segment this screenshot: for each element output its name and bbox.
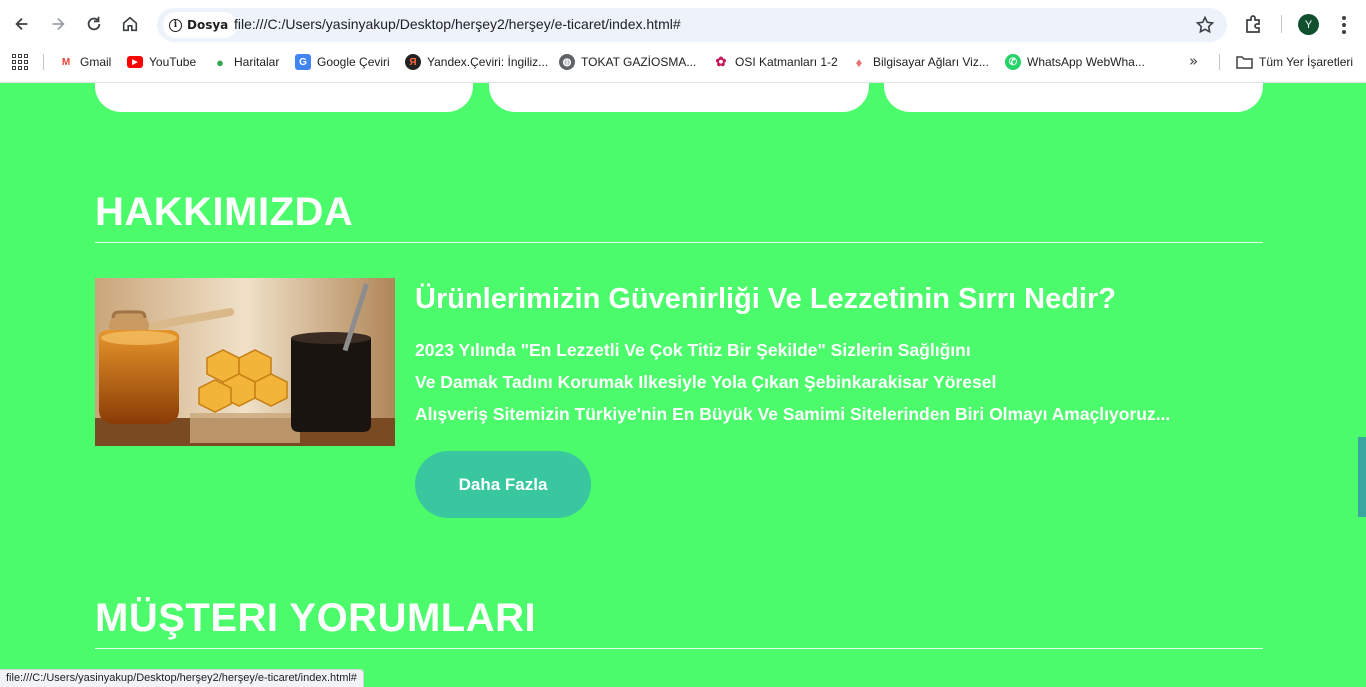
about-text-line: Ve Damak Tadını Korumak Ilkesiyle Yola Ç… bbox=[415, 372, 997, 392]
translate-icon: G bbox=[295, 54, 311, 70]
menu-dot bbox=[1342, 15, 1346, 20]
bookmark-label: Yandex.Çeviri: İngiliz... bbox=[427, 55, 549, 69]
toolbar-divider bbox=[1281, 15, 1282, 33]
site-chip-label: Dosya bbox=[187, 18, 229, 32]
section-divider bbox=[95, 648, 1263, 649]
about-text-line: Alışveriş Sitemizin Türkiye'nin En Büyük… bbox=[415, 404, 1171, 424]
bookmark-yandex[interactable]: Я Yandex.Çeviri: İngiliz... bbox=[405, 53, 548, 71]
section-divider bbox=[95, 242, 1263, 243]
bookmark-label: WhatsApp WebWha... bbox=[1027, 55, 1145, 69]
maps-icon: ● bbox=[212, 54, 228, 70]
about-heading: Ürünlerimizin Güvenirliği Ve Lezzetinin … bbox=[415, 283, 1116, 315]
bookmark-gmail[interactable]: M Gmail bbox=[58, 53, 111, 71]
bookmark-label: OSI Katmanları 1-2 bbox=[735, 55, 838, 69]
whatsapp-icon: ✆ bbox=[1005, 54, 1021, 70]
bookmarks-divider bbox=[1219, 54, 1220, 70]
bookmark-tokat[interactable]: ◍ TOKAT GAZİOSMA... bbox=[559, 53, 696, 71]
menu-dot bbox=[1342, 22, 1346, 27]
osi-icon: ✿ bbox=[713, 54, 729, 70]
back-button[interactable] bbox=[8, 10, 36, 38]
bookmark-whatsapp[interactable]: ✆ WhatsApp WebWha... bbox=[1005, 53, 1145, 71]
bookmark-networks[interactable]: ♦ Bilgisayar Ağları Viz... bbox=[851, 53, 989, 71]
globe-icon: ◍ bbox=[559, 54, 575, 70]
read-more-button[interactable]: Daha Fazla bbox=[415, 451, 591, 518]
folder-icon bbox=[1236, 56, 1253, 69]
product-card-bottom bbox=[884, 83, 1263, 112]
bookmark-label: Bilgisayar Ağları Viz... bbox=[873, 55, 989, 69]
home-icon bbox=[122, 16, 138, 32]
browser-toolbar: i Dosya file:///C:/Users/yasinyakup/Desk… bbox=[0, 0, 1366, 48]
menu-dot bbox=[1342, 30, 1346, 35]
reload-icon bbox=[87, 16, 101, 31]
browser-chrome: i Dosya file:///C:/Users/yasinyakup/Desk… bbox=[0, 0, 1366, 83]
bookmark-label: Google Çeviri bbox=[317, 55, 390, 69]
all-bookmarks-label: Tüm Yer İşaretleri bbox=[1259, 55, 1354, 69]
honey-illustration bbox=[95, 278, 395, 446]
honey-jar-image bbox=[95, 278, 395, 446]
page-scrollbar-thumb[interactable] bbox=[1358, 437, 1366, 517]
product-card-bottom bbox=[95, 83, 473, 112]
status-bar-url: file:///C:/Users/yasinyakup/Desktop/herş… bbox=[0, 669, 364, 687]
bookmark-star-icon[interactable] bbox=[1195, 15, 1215, 35]
info-icon: i bbox=[169, 18, 182, 32]
back-arrow-icon bbox=[15, 17, 28, 31]
home-button[interactable] bbox=[116, 10, 144, 38]
site-info-chip[interactable]: i Dosya bbox=[163, 12, 238, 38]
bookmarks-bar: M Gmail ▶ YouTube ● Haritalar G Google Ç… bbox=[0, 48, 1366, 76]
extensions-icon[interactable] bbox=[1243, 13, 1265, 35]
profile-avatar[interactable]: Y bbox=[1298, 14, 1319, 35]
url-text[interactable]: file:///C:/Users/yasinyakup/Desktop/herş… bbox=[234, 16, 681, 32]
bookmark-youtube[interactable]: ▶ YouTube bbox=[127, 53, 196, 71]
browser-menu-button[interactable] bbox=[1334, 14, 1354, 36]
yandex-icon: Я bbox=[405, 54, 421, 70]
bookmark-label: Haritalar bbox=[234, 55, 280, 69]
forward-arrow-icon bbox=[52, 17, 65, 31]
gmail-icon: M bbox=[58, 54, 74, 70]
about-text-line: 2023 Yılında "En Lezzetli Ve Çok Titiz B… bbox=[415, 340, 971, 360]
address-bar[interactable]: i Dosya file:///C:/Users/yasinyakup/Desk… bbox=[157, 8, 1227, 42]
bookmark-label: TOKAT GAZİOSMA... bbox=[581, 55, 697, 69]
reload-button[interactable] bbox=[80, 10, 108, 38]
forward-button[interactable] bbox=[44, 10, 72, 38]
network-icon: ♦ bbox=[851, 54, 867, 70]
all-bookmarks-folder[interactable]: Tüm Yer İşaretleri bbox=[1236, 53, 1353, 71]
reviews-section-title: MÜŞTERI YORUMLARI bbox=[95, 596, 537, 640]
about-section-title: HAKKIMIZDA bbox=[95, 190, 354, 234]
more-bookmarks-chevron-icon[interactable]: » bbox=[1189, 52, 1198, 70]
bookmark-label: YouTube bbox=[149, 55, 197, 69]
bookmark-osi[interactable]: ✿ OSI Katmanları 1-2 bbox=[713, 53, 838, 71]
youtube-icon: ▶ bbox=[127, 56, 143, 68]
bookmark-label: Gmail bbox=[80, 55, 112, 69]
product-card-bottom bbox=[489, 83, 869, 112]
bookmark-maps[interactable]: ● Haritalar bbox=[212, 53, 279, 71]
bookmark-translate[interactable]: G Google Çeviri bbox=[295, 53, 390, 71]
